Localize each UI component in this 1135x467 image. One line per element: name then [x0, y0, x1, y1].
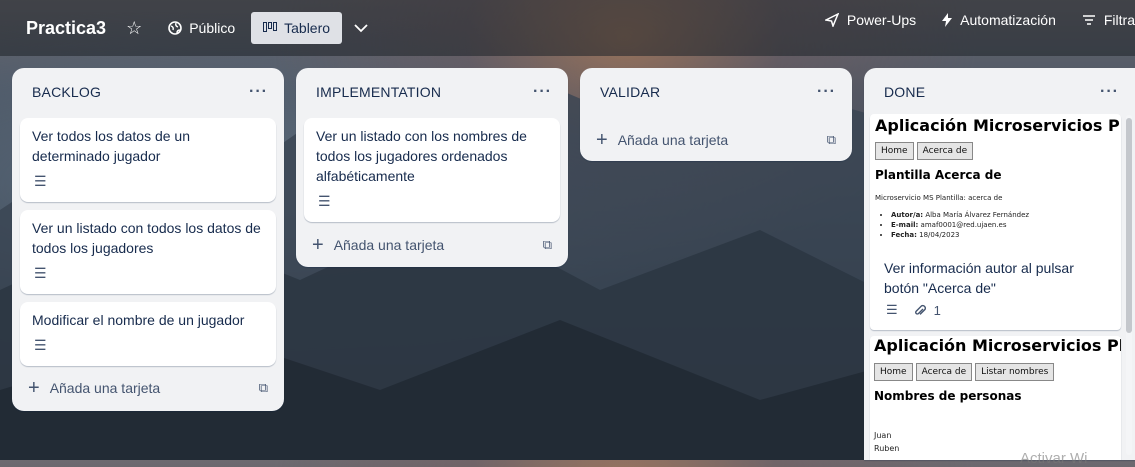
cover-item-value: amaf0001@red.ujaen.es: [920, 221, 1007, 229]
card[interactable]: Aplicación Microservicios Plantilla Home…: [870, 336, 1121, 460]
description-icon: ☰: [886, 302, 898, 317]
add-card-button[interactable]: + Añada una tarjeta ⧉: [304, 229, 560, 261]
view-switcher-button[interactable]: Tablero: [251, 12, 343, 44]
cover-item-value: 18/04/2023: [919, 231, 960, 239]
visibility-button[interactable]: Público: [168, 12, 235, 44]
plus-icon: +: [312, 234, 324, 256]
plus-icon: +: [28, 377, 40, 399]
filter-button[interactable]: Filtra: [1082, 12, 1135, 28]
add-card-label: Añada una tarjeta: [49, 380, 161, 396]
card[interactable]: Ver todos los datos de un determinado ju…: [20, 118, 276, 202]
power-ups-button[interactable]: Power-Ups: [824, 12, 917, 28]
cover-item-label: Fecha:: [891, 231, 917, 239]
card[interactable]: Ver un listado con todos los datos de to…: [20, 210, 276, 294]
add-card-button[interactable]: + Añada una tarjeta ⧉: [20, 372, 276, 404]
add-card-label: Añada una tarjeta: [617, 132, 729, 148]
cover-name: Juan: [874, 431, 892, 440]
description-icon: ☰: [34, 173, 47, 189]
board-view-icon: [263, 22, 278, 32]
cover-home-button: Home: [874, 363, 913, 381]
power-ups-label: Power-Ups: [846, 12, 917, 28]
description-icon: ☰: [34, 337, 47, 353]
list-menu-icon[interactable]: ···: [533, 83, 552, 101]
attachment-count: 1: [933, 302, 941, 318]
board-title[interactable]: Practica3: [26, 18, 106, 39]
cover-list-names-button: Listar nombres: [975, 363, 1055, 381]
rocket-icon: [824, 13, 839, 27]
activation-watermark: Activar Wi: [1020, 450, 1088, 467]
lightning-icon: [942, 13, 953, 27]
card[interactable]: Aplicación Microservicios Plantilla Home…: [870, 114, 1121, 330]
list-validar: VALIDAR ··· + Añada una tarjeta ⧉: [580, 68, 852, 161]
card-title: Ver un listado con los nombres de todos …: [316, 128, 527, 184]
filter-icon: [1082, 15, 1095, 25]
list-implementation: IMPLEMENTATION ··· Ver un listado con lo…: [296, 68, 568, 267]
template-icon[interactable]: ⧉: [827, 132, 836, 148]
card-cover-image: Aplicación Microservicios Plantilla Home…: [870, 336, 1121, 453]
cover-item-label: Autor/a:: [891, 211, 924, 219]
card-title: Modificar el nombre de un jugador: [32, 312, 245, 328]
chevron-down-icon[interactable]: [354, 12, 368, 44]
add-card-button[interactable]: + Añada una tarjeta ⧉: [588, 124, 844, 156]
cover-line: Microservicio MS Plantilla: acerca de: [875, 194, 1003, 202]
list-done: DONE ··· Aplicación Microservicios Plant…: [864, 68, 1135, 460]
description-icon: ☰: [34, 265, 47, 281]
card[interactable]: Ver un listado con los nombres de todos …: [304, 118, 560, 222]
card-title: Ver información autor al pulsar botón "A…: [884, 260, 1074, 296]
paperclip-icon: [914, 304, 926, 315]
list-backlog: BACKLOG ··· Ver todos los datos de un de…: [12, 68, 284, 411]
cover-heading: Nombres de personas: [874, 389, 1022, 403]
automation-label: Automatización: [960, 12, 1056, 28]
list-menu-icon[interactable]: ···: [249, 83, 268, 101]
list-scrollbar-thumb[interactable]: [1126, 118, 1132, 333]
cover-about-button: Acerca de: [915, 363, 973, 381]
list-title[interactable]: DONE: [884, 84, 925, 100]
card-title: Ver todos los datos de un determinado ju…: [32, 128, 190, 164]
list-title[interactable]: BACKLOG: [32, 84, 101, 100]
card[interactable]: Modificar el nombre de un jugador ☰: [20, 302, 276, 366]
attachment-badge: 1: [914, 303, 941, 318]
cover-about-button: Acerca de: [916, 142, 974, 160]
description-icon: ☰: [318, 193, 331, 209]
globe-icon: [168, 21, 183, 35]
card-title: Ver un listado con todos los datos de to…: [32, 220, 261, 256]
board-header: Practica3 ☆ Público Tablero Power-Ups Au…: [0, 0, 1135, 56]
list-menu-icon[interactable]: ···: [817, 83, 836, 101]
cover-heading: Plantilla Acerca de: [875, 168, 1002, 182]
visibility-label: Público: [189, 20, 236, 36]
automation-button[interactable]: Automatización: [942, 12, 1056, 28]
list-title[interactable]: IMPLEMENTATION: [316, 84, 441, 100]
cover-app-title: Aplicación Microservicios Plantilla: [874, 336, 1121, 355]
cover-app-title: Aplicación Microservicios Plantilla: [875, 116, 1121, 135]
filter-label: Filtra: [1103, 12, 1135, 28]
cover-item-label: E-mail:: [891, 221, 919, 229]
view-label: Tablero: [284, 20, 331, 36]
plus-icon: +: [596, 129, 608, 151]
cover-home-button: Home: [875, 142, 914, 160]
list-title[interactable]: VALIDAR: [600, 84, 660, 100]
star-icon[interactable]: ☆: [126, 12, 142, 44]
cover-item-value: Alba María Álvarez Fernández: [925, 211, 1030, 219]
list-menu-icon[interactable]: ···: [1100, 83, 1119, 101]
card-cover-image: Aplicación Microservicios Plantilla Home…: [870, 114, 1121, 240]
add-card-label: Añada una tarjeta: [333, 237, 445, 253]
template-icon[interactable]: ⧉: [543, 237, 552, 253]
template-icon[interactable]: ⧉: [259, 380, 268, 396]
